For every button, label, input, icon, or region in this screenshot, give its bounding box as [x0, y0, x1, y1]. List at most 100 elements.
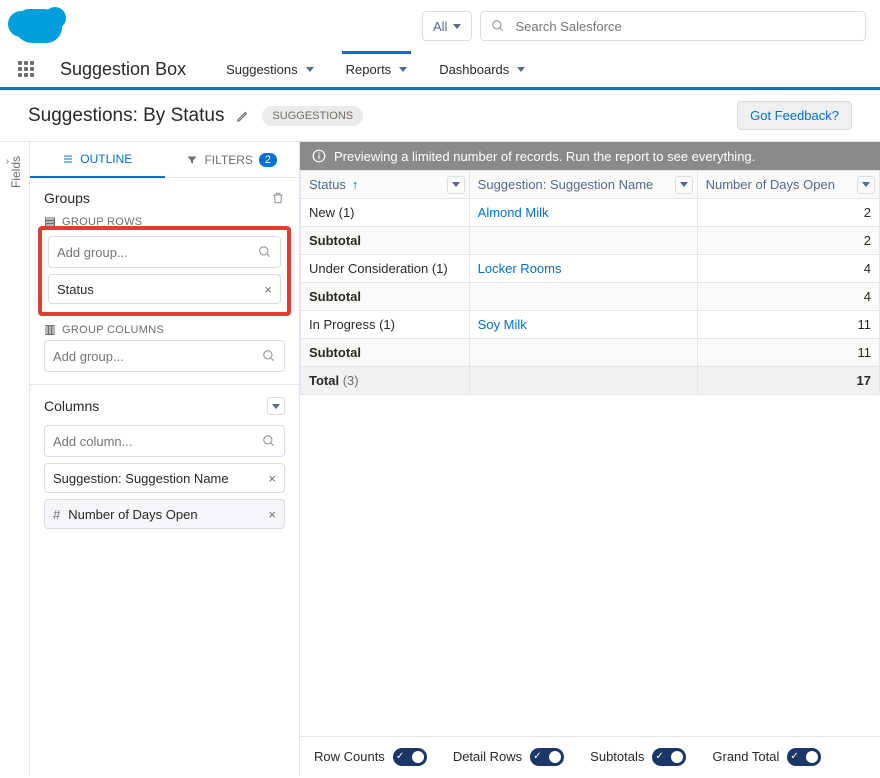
- add-column-input[interactable]: [44, 425, 285, 457]
- outline-icon: [62, 153, 74, 165]
- tab-suggestions[interactable]: Suggestions: [222, 54, 318, 86]
- table-row: New (1)Almond Milk2: [301, 199, 880, 227]
- cell-total-label: Total (3): [301, 367, 470, 395]
- chevron-down-icon: [272, 404, 280, 409]
- cell-name: [469, 283, 697, 311]
- cell-status: In Progress (1): [301, 311, 470, 339]
- remove-chip-icon[interactable]: ×: [268, 471, 276, 486]
- table-row: Under Consideration (1)Locker Rooms4: [301, 255, 880, 283]
- cell-name[interactable]: Locker Rooms: [469, 255, 697, 283]
- col-header-name[interactable]: Suggestion: Suggestion Name: [469, 171, 697, 199]
- feedback-button[interactable]: Got Feedback?: [737, 101, 852, 130]
- table-row: Subtotal2: [301, 227, 880, 255]
- rows-icon: [44, 216, 56, 228]
- column-chip-days[interactable]: # Number of Days Open ×: [44, 499, 285, 529]
- columns-menu[interactable]: [267, 397, 285, 415]
- groups-panel: Groups GROUP ROWS Status ×: [30, 178, 299, 385]
- chevron-down-icon[interactable]: [306, 67, 314, 72]
- cell-status: New (1): [301, 199, 470, 227]
- column-chip-name[interactable]: Suggestion: Suggestion Name ×: [44, 463, 285, 493]
- search-scope[interactable]: All: [422, 11, 472, 41]
- toggle-label: Grand Total: [712, 749, 779, 764]
- column-menu[interactable]: [447, 176, 465, 194]
- search-icon: [491, 19, 505, 33]
- toggle-detail-rows[interactable]: ✓: [530, 748, 564, 766]
- app-nav: Suggestion Box Suggestions Reports Dashb…: [0, 52, 880, 90]
- remove-chip-icon[interactable]: ×: [264, 282, 272, 297]
- column-menu[interactable]: [857, 176, 875, 194]
- number-icon: #: [53, 507, 60, 522]
- edit-title-icon[interactable]: [236, 109, 250, 123]
- report-sidebar: OUTLINE FILTERS 2 Groups GROUP ROWS: [30, 142, 300, 776]
- chip-label: Status: [57, 282, 94, 297]
- cell-days: 11: [697, 339, 879, 367]
- groups-heading: Groups: [44, 190, 90, 206]
- table-row: Subtotal 4: [301, 283, 880, 311]
- chip-label: Number of Days Open: [68, 507, 197, 522]
- chevron-down-icon[interactable]: [517, 67, 525, 72]
- remove-chip-icon[interactable]: ×: [268, 507, 276, 522]
- fields-rail-label: Fields: [9, 156, 23, 188]
- report-type-pill: SUGGESTIONS: [262, 106, 363, 126]
- column-menu[interactable]: [675, 176, 693, 194]
- tab-reports[interactable]: Reports: [342, 51, 412, 86]
- chevron-down-icon: [862, 182, 870, 187]
- col-header-status[interactable]: Status ↑: [301, 171, 470, 199]
- search-icon: [262, 349, 276, 363]
- tab-label: OUTLINE: [80, 152, 132, 166]
- add-column-field[interactable]: [53, 434, 254, 449]
- sidebar-tab-outline[interactable]: OUTLINE: [30, 142, 165, 178]
- cell-status: Subtotal: [301, 283, 470, 311]
- cell-days: 4: [697, 283, 879, 311]
- columns-heading: Columns: [44, 398, 99, 414]
- toggle-row-counts[interactable]: ✓: [393, 748, 427, 766]
- add-group-rows-input[interactable]: [48, 236, 281, 268]
- tab-label: Suggestions: [226, 62, 298, 77]
- global-search[interactable]: [480, 11, 866, 41]
- toggle-grand-total[interactable]: ✓: [787, 748, 821, 766]
- search-scope-label: All: [433, 19, 447, 34]
- cell-status: Under Consideration (1): [301, 255, 470, 283]
- info-icon: [312, 149, 326, 163]
- tab-dashboards[interactable]: Dashboards: [435, 54, 529, 86]
- preview-banner: Previewing a limited number of records. …: [300, 142, 880, 170]
- toggle-label: Row Counts: [314, 749, 385, 764]
- add-group-columns-input[interactable]: [44, 340, 285, 372]
- col-header-days[interactable]: Number of Days Open: [697, 171, 879, 199]
- preview-table: Status ↑ Suggestion: Suggestion Name Num…: [300, 170, 880, 395]
- global-header: All: [0, 0, 880, 52]
- group-chip-status[interactable]: Status ×: [48, 274, 281, 304]
- preview-toggles: Row Counts ✓ Detail Rows ✓ Subtotals ✓ G…: [300, 736, 880, 776]
- cell-name: [469, 339, 697, 367]
- search-icon: [262, 434, 276, 448]
- sort-asc-icon: ↑: [352, 177, 359, 192]
- group-rows-highlight: Status ×: [38, 226, 291, 316]
- fields-rail[interactable]: › Fields: [0, 142, 30, 776]
- add-group-field[interactable]: [53, 349, 254, 364]
- cell-name[interactable]: Almond Milk: [469, 199, 697, 227]
- search-input[interactable]: [515, 19, 855, 34]
- filter-icon: [186, 154, 198, 166]
- chevron-down-icon: [680, 182, 688, 187]
- filters-count-badge: 2: [259, 153, 277, 167]
- salesforce-logo: [14, 9, 62, 43]
- toggle-subtotals[interactable]: ✓: [652, 748, 686, 766]
- total-row: Total (3) 17: [301, 367, 880, 395]
- columns-icon: [44, 324, 56, 336]
- title-bar: Suggestions: By Status SUGGESTIONS Got F…: [0, 90, 880, 142]
- report-preview: Previewing a limited number of records. …: [300, 142, 880, 776]
- cell-days: 2: [697, 227, 879, 255]
- delete-groups-icon[interactable]: [271, 191, 285, 205]
- cell-empty: [469, 367, 697, 395]
- chevron-down-icon[interactable]: [399, 67, 407, 72]
- add-group-field[interactable]: [57, 245, 250, 260]
- app-launcher-icon[interactable]: [18, 61, 36, 79]
- chevron-down-icon: [452, 182, 460, 187]
- tab-label: FILTERS: [204, 153, 252, 167]
- cell-name[interactable]: Soy Milk: [469, 311, 697, 339]
- chip-label: Suggestion: Suggestion Name: [53, 471, 229, 486]
- sidebar-tab-filters[interactable]: FILTERS 2: [165, 142, 300, 177]
- cell-total-days: 17: [697, 367, 879, 395]
- search-icon: [258, 245, 272, 259]
- cell-name: [469, 227, 697, 255]
